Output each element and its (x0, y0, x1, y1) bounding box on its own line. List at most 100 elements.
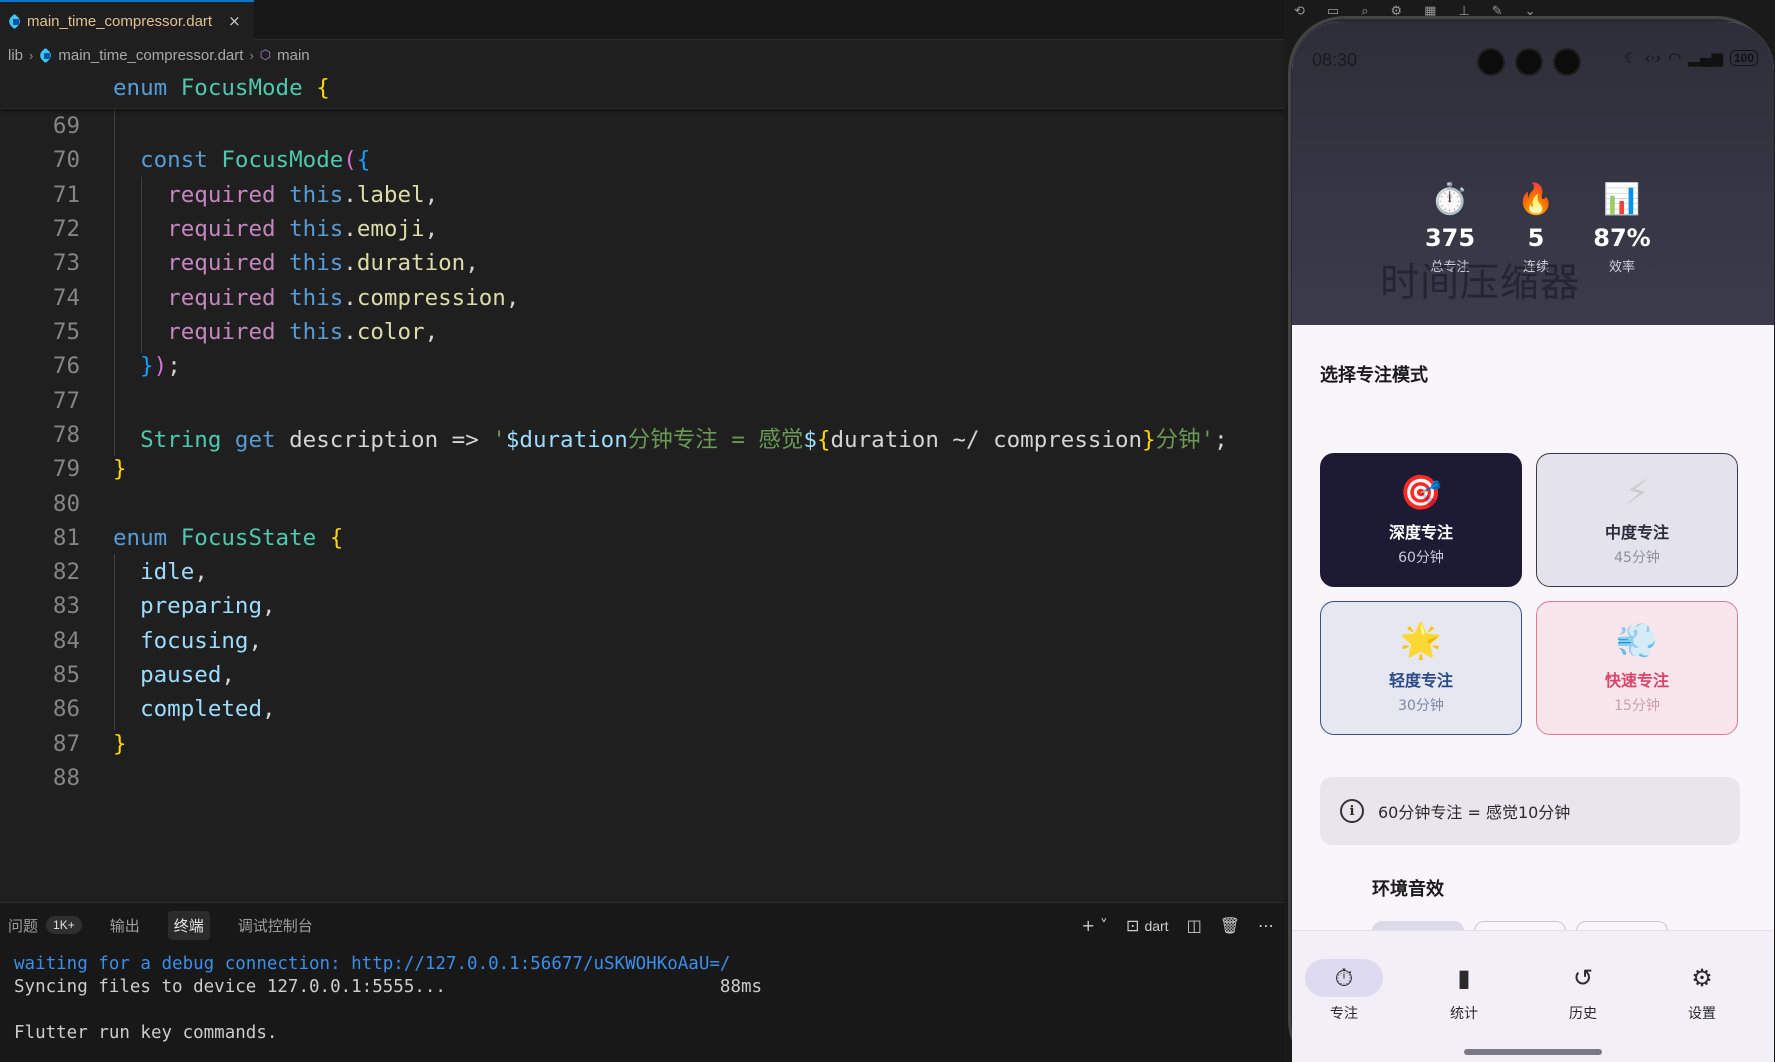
nav-item-history[interactable]: ↺ 历史 (1543, 959, 1623, 1023)
status-icons: ☾ ‹·› ◠ ▂▄▆ 100 (1624, 49, 1758, 67)
tab-debug-console[interactable]: 调试控制台 (238, 915, 313, 936)
breadcrumb-file[interactable]: main_time_compressor.dart (58, 47, 243, 64)
nav-label: 专注 (1330, 1006, 1358, 1022)
code-line: 76 }); (0, 348, 1284, 387)
bar-chart-icon: ▮ (1457, 964, 1471, 992)
dart-file-icon (8, 15, 21, 28)
bar-chart-icon: 📊 (1603, 182, 1641, 217)
dash-icon: 💨 (1615, 621, 1659, 661)
mode-card-medium[interactable]: ⚡ 中度专注 45分钟 (1536, 453, 1738, 587)
sound-chip-mute[interactable]: 🔇 静音 (1372, 921, 1464, 930)
breadcrumb-symbol[interactable]: main (277, 47, 310, 64)
battery-icon: 100 (1729, 50, 1758, 66)
breadcrumb: lib › main_time_compressor.dart › ⬡ main (0, 40, 1284, 70)
nav-item-stats[interactable]: ▮ 统计 (1424, 959, 1504, 1023)
nav-item-focus[interactable]: ⏱ 专注 (1304, 959, 1384, 1023)
mode-title: 轻度专注 (1388, 671, 1453, 690)
wifi-icon: ◠ (1668, 49, 1682, 67)
tab-problems[interactable]: 问题 1K+ (8, 915, 82, 936)
breadcrumb-folder[interactable]: lib (8, 47, 23, 64)
star-icon: 🌟 (1399, 621, 1443, 661)
camera-cutout (1477, 48, 1581, 76)
app-title: 时间压缩器 (1380, 261, 1581, 306)
code-editor[interactable]: main_time_compressor.dart × lib › main_t… (0, 0, 1284, 1062)
panel-actions: + ˅ ⊡ dart ◫ 🗑 ⋯ (1081, 903, 1274, 947)
target-icon: 🎯 (1399, 473, 1443, 513)
code-line: 79 } (52, 456, 127, 482)
more-actions-icon[interactable]: ⋯ (1258, 916, 1274, 935)
split-terminal-icon[interactable]: ◫ (1187, 916, 1202, 935)
editor-tab-bar: main_time_compressor.dart × (0, 0, 1284, 40)
code-area[interactable]: enum FocusMode { final Color color; 69 7… (0, 70, 1284, 902)
nav-label: 历史 (1569, 1006, 1597, 1022)
signal-icon: ▂▄▆ (1688, 49, 1723, 67)
stat-value: 5 (1527, 224, 1545, 252)
data-icon: ‹·› (1644, 49, 1662, 67)
dart-file-icon (39, 49, 52, 62)
terminal-line: Syncing files to device 127.0.0.1:5555..… (14, 977, 763, 997)
moon-icon: ☾ (1624, 49, 1638, 67)
stat-value: 87% (1593, 224, 1651, 252)
editor-tab-main-time-compressor[interactable]: main_time_compressor.dart × (0, 0, 254, 40)
nav-label: 统计 (1450, 1006, 1478, 1022)
phone-screen[interactable]: 08:30 ☾ ‹·› ◠ ▂▄▆ 100 ⏱️ 375 总专注 🔥 5 连续 (1292, 22, 1774, 1062)
tab-label: main_time_compressor.dart (27, 12, 213, 30)
nav-item-settings[interactable]: ⚙ 设置 (1662, 959, 1742, 1023)
lightning-icon: ⚡ (1625, 473, 1649, 513)
mode-duration: 15分钟 (1614, 698, 1660, 714)
mode-duration: 60分钟 (1398, 550, 1444, 566)
mode-duration: 45分钟 (1614, 550, 1660, 566)
status-time: 08:30 (1312, 50, 1358, 70)
section-title: 选择专注模式 (1320, 365, 1428, 386)
sound-chip-rain[interactable]: ☁️ 雨声 (1473, 921, 1566, 930)
info-icon: i (1340, 799, 1364, 823)
tab-output[interactable]: 输出 (110, 915, 140, 936)
code-line: 73 required this.duration, (0, 245, 1284, 284)
ambient-sound-title: 环境音效 (1372, 879, 1444, 900)
terminal-line: waiting for a debug connection: http://1… (14, 954, 731, 974)
tab-terminal[interactable]: 终端 (167, 910, 210, 940)
code-line: 70 const FocusMode({ (0, 142, 1284, 181)
bottom-panel: 问题 1K+ 输出 终端 调试控制台 + ˅ ⊡ dart ◫ 🗑 ⋯ wait… (0, 902, 1284, 1062)
nav-label: 设置 (1688, 1006, 1716, 1022)
timer-icon: ⏱ (1334, 964, 1354, 992)
code-line: 88 (52, 765, 80, 791)
gear-icon: ⚙ (1691, 964, 1713, 992)
stat-efficiency: 📊 87% 效率 (1593, 180, 1651, 275)
mode-title: 深度专注 (1388, 523, 1453, 542)
chevron-right-icon: › (249, 47, 254, 63)
terminal-output[interactable]: waiting for a debug connection: http://1… (14, 953, 762, 1045)
mode-card-fast[interactable]: 💨 快速专注 15分钟 (1536, 601, 1738, 735)
terminal-icon: ⊡ (1125, 915, 1140, 935)
new-terminal-icon[interactable]: + ˅ (1081, 916, 1108, 935)
bottom-navigation: ⏱ 专注 ▮ 统计 ↺ 历史 ⚙ 设置 (1292, 930, 1774, 1062)
mode-title: 中度专注 (1604, 523, 1669, 542)
terminal-profile[interactable]: ⊡ dart (1126, 916, 1169, 935)
mode-title: 快速专注 (1604, 671, 1669, 690)
mode-grid: 🎯 深度专注 60分钟 ⚡ 中度专注 45分钟 🌟 轻度专注 30分钟 💨 快速… (1320, 453, 1740, 735)
mode-card-deep[interactable]: 🎯 深度专注 60分钟 (1320, 453, 1522, 587)
problems-count-badge: 1K+ (46, 916, 82, 934)
stat-value: 375 (1424, 224, 1476, 252)
stopwatch-icon: ⏱️ (1431, 182, 1469, 217)
focus-content[interactable]: 选择专注模式 🎯 深度专注 60分钟 ⚡ 中度专注 45分钟 🌟 轻度专注 30… (1292, 325, 1774, 930)
fire-icon: 🔥 (1517, 182, 1555, 217)
trash-icon[interactable]: 🗑 (1220, 916, 1240, 935)
sticky-scroll-header[interactable]: enum FocusMode { (0, 70, 1284, 109)
symbol-cube-icon: ⬡ (259, 47, 272, 62)
chevron-right-icon: › (29, 47, 34, 63)
sound-chip-forest[interactable]: 🌲 森林 (1575, 921, 1668, 930)
rotate-icon[interactable]: ⟲ (1294, 4, 1305, 19)
history-icon: ↺ (1572, 964, 1594, 992)
description-text: 60分钟专注 = 感觉10分钟 (1378, 803, 1571, 822)
code-line: 83 preparing, (0, 588, 1284, 627)
sound-chips: 🔇 静音 ☁️ 雨声 🌲 森林 (1372, 921, 1668, 930)
home-indicator[interactable] (1464, 1049, 1602, 1055)
close-tab-icon[interactable]: × (228, 12, 241, 30)
terminal-line: Flutter run key commands. (14, 1023, 278, 1043)
mode-description: i 60分钟专注 = 感觉10分钟 (1320, 777, 1740, 845)
app-header: 08:30 ☾ ‹·› ◠ ▂▄▆ 100 ⏱️ 375 总专注 🔥 5 连续 (1292, 22, 1774, 325)
mode-card-light[interactable]: 🌟 轻度专注 30分钟 (1320, 601, 1522, 735)
code-line: 86 completed, (0, 691, 1284, 730)
